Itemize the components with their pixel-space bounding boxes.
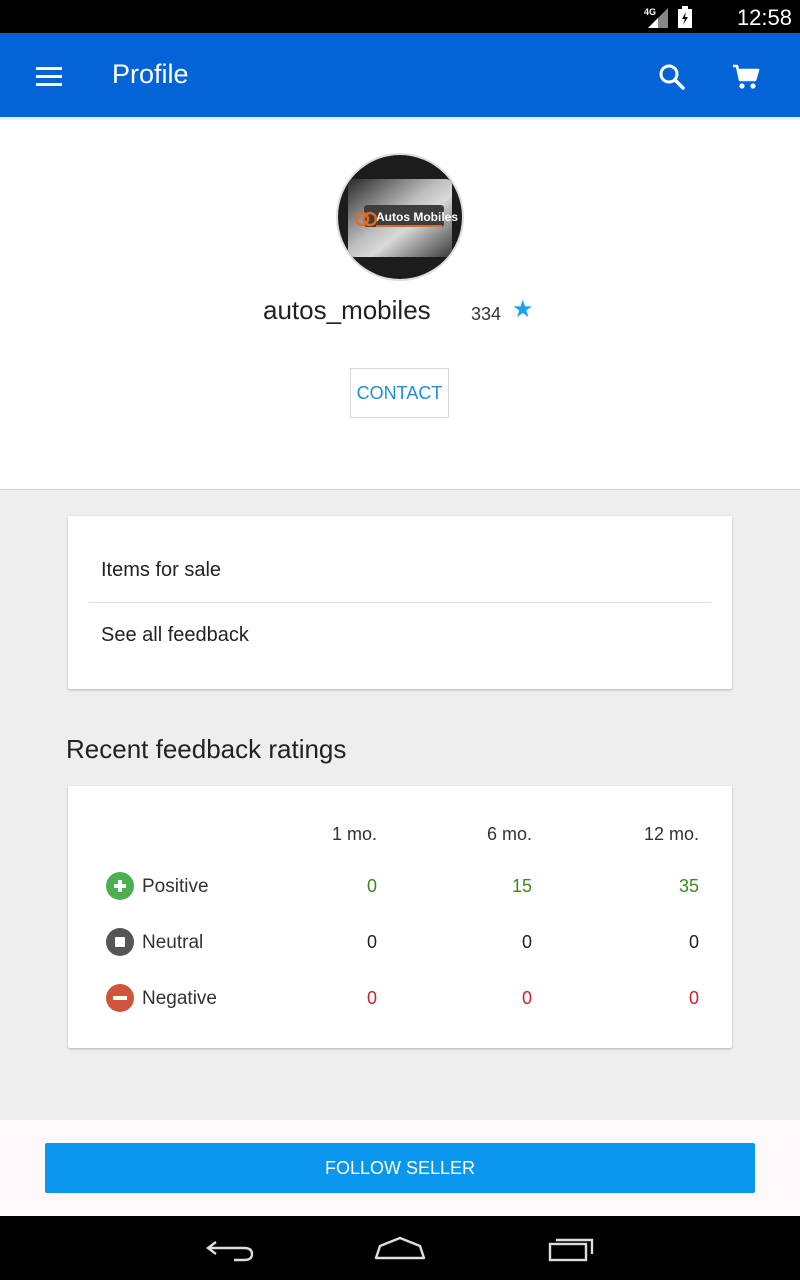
recents-button[interactable] bbox=[540, 1230, 600, 1266]
status-time: 12:58 bbox=[736, 5, 792, 30]
negative-12mo: 0 bbox=[688, 988, 699, 1008]
contact-button[interactable]: CONTACT bbox=[350, 368, 449, 418]
column-header-12mo: 12 mo. bbox=[643, 824, 699, 844]
username: autos_mobiles bbox=[263, 295, 431, 325]
home-icon bbox=[374, 1236, 426, 1260]
negative-6mo: 0 bbox=[521, 988, 532, 1008]
minus-icon bbox=[106, 984, 134, 1012]
back-icon bbox=[206, 1241, 254, 1262]
negative-1mo: 0 bbox=[366, 988, 377, 1008]
menu-button[interactable] bbox=[30, 59, 70, 93]
see-all-feedback-link[interactable]: See all feedback bbox=[101, 624, 249, 647]
items-for-sale-link[interactable]: Items for sale bbox=[101, 559, 221, 582]
column-header-6mo: 6 mo. bbox=[486, 824, 532, 844]
follow-seller-button[interactable]: FOLLOW SELLER bbox=[45, 1143, 755, 1193]
section-title: Recent feedback ratings bbox=[66, 734, 347, 764]
cart-button[interactable] bbox=[726, 57, 766, 97]
app-bar: Profile bbox=[0, 33, 800, 117]
search-icon bbox=[659, 64, 685, 90]
battery-icon bbox=[678, 6, 692, 33]
row-label-neutral: Neutral bbox=[142, 932, 204, 953]
feedback-ratings-card: 1 mo. 6 mo. 12 mo. Positive 0 15 35 Neut… bbox=[68, 786, 732, 1048]
system-nav-bar bbox=[0, 1216, 800, 1280]
svg-text:4G: 4G bbox=[644, 7, 656, 17]
avatar-logo-text: Autos Mobiles bbox=[376, 210, 458, 224]
divider bbox=[89, 602, 711, 603]
column-header-1mo: 1 mo. bbox=[331, 824, 377, 844]
positive-12mo: 35 bbox=[678, 876, 699, 896]
row-label-positive: Positive bbox=[142, 876, 209, 897]
avatar[interactable]: Autos Mobiles bbox=[336, 153, 464, 281]
row-label-negative: Negative bbox=[142, 988, 217, 1009]
menu-icon bbox=[36, 67, 62, 86]
profile-header: Autos Mobiles autos_mobiles 334 ★ CONTAC… bbox=[0, 120, 800, 490]
cart-icon bbox=[733, 64, 760, 89]
recents-icon bbox=[548, 1238, 594, 1262]
plus-icon bbox=[106, 872, 134, 900]
positive-6mo: 15 bbox=[511, 876, 532, 896]
square-icon bbox=[106, 928, 134, 956]
page-title: Profile bbox=[112, 59, 189, 89]
positive-1mo: 0 bbox=[366, 876, 377, 896]
star-icon: ★ bbox=[512, 296, 534, 323]
neutral-6mo: 0 bbox=[521, 932, 532, 952]
links-card: Items for sale See all feedback bbox=[68, 516, 732, 689]
neutral-1mo: 0 bbox=[366, 932, 377, 952]
search-button[interactable] bbox=[652, 57, 692, 97]
footer: FOLLOW SELLER bbox=[0, 1120, 800, 1216]
home-button[interactable] bbox=[370, 1230, 430, 1266]
back-button[interactable] bbox=[200, 1230, 260, 1266]
neutral-12mo: 0 bbox=[688, 932, 699, 952]
signal-icon: 4G bbox=[644, 6, 670, 33]
status-icons: 4G bbox=[644, 6, 692, 33]
feedback-score: 334 bbox=[471, 304, 502, 324]
status-bar: 4G 12:58 bbox=[0, 0, 800, 33]
